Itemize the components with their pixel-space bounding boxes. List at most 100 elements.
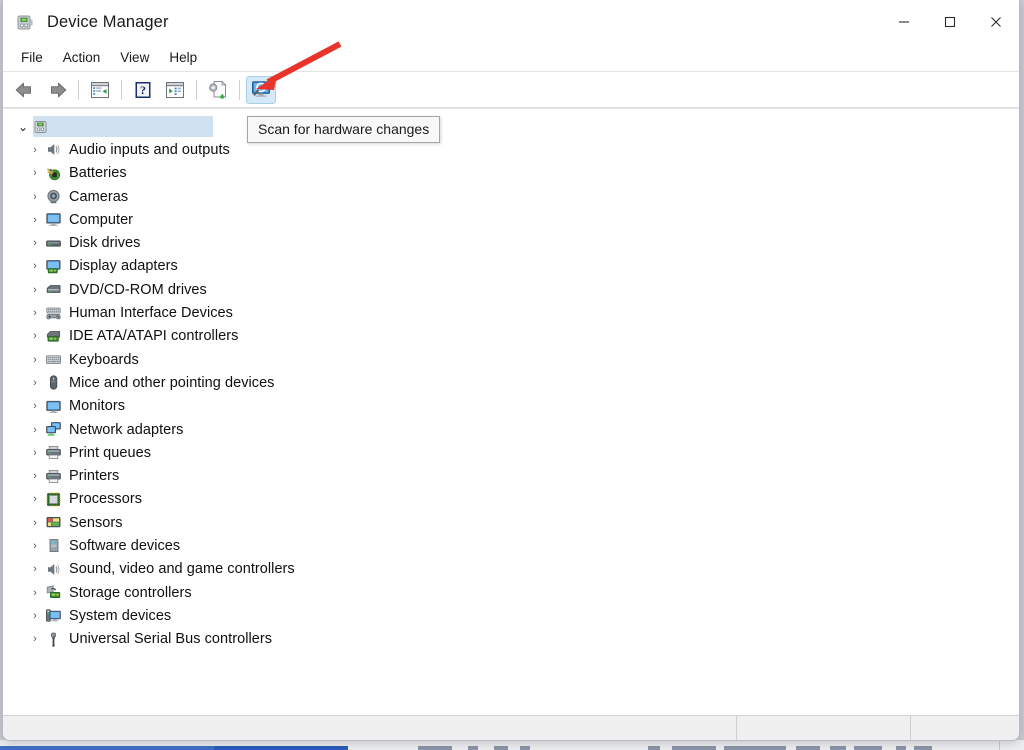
chevron-right-icon[interactable]: › xyxy=(27,470,43,482)
tree-item-network-adapters[interactable]: › Network adapters xyxy=(3,418,1019,441)
chevron-right-icon[interactable]: › xyxy=(27,377,43,389)
tree-item-monitors[interactable]: › Monitors xyxy=(3,395,1019,418)
tree-item-audio-inputs-and-outputs[interactable]: › Audio inputs and outputs xyxy=(3,138,1019,161)
tree-item-label: System devices xyxy=(69,607,172,624)
tree-item-dvd-cd-rom-drives[interactable]: › DVD/CD-ROM drives xyxy=(3,278,1019,301)
chevron-right-icon[interactable]: › xyxy=(27,237,43,249)
device-tree-panel[interactable]: ⌄ › Audio inputs and outputs › Batteries… xyxy=(3,108,1019,715)
chevron-down-icon[interactable]: ⌄ xyxy=(15,120,31,134)
disk-drive-icon xyxy=(43,234,63,252)
forward-button[interactable] xyxy=(42,76,72,104)
back-arrow-icon xyxy=(15,82,31,97)
tree-item-processors[interactable]: › Processors xyxy=(3,488,1019,511)
help-button[interactable]: ? xyxy=(128,76,158,104)
chevron-right-icon[interactable]: › xyxy=(27,540,43,552)
title-bar[interactable]: Device Manager xyxy=(3,0,1019,44)
close-icon xyxy=(991,17,1001,27)
tree-item-label: Display adapters xyxy=(69,258,178,275)
maximize-icon xyxy=(944,16,956,28)
speaker-icon xyxy=(43,141,63,159)
tree-item-software-devices[interactable]: › Software devices xyxy=(3,534,1019,557)
battery-icon xyxy=(43,164,63,182)
usb-icon xyxy=(43,630,63,648)
tree-item-label: Monitors xyxy=(69,398,125,415)
update-driver-button[interactable] xyxy=(203,76,233,104)
software-device-icon xyxy=(43,537,63,555)
close-button[interactable] xyxy=(973,0,1019,44)
chevron-right-icon[interactable]: › xyxy=(27,587,43,599)
chevron-right-icon[interactable]: › xyxy=(27,447,43,459)
chevron-right-icon[interactable]: › xyxy=(27,424,43,436)
chevron-right-icon[interactable]: › xyxy=(27,167,43,179)
chevron-right-icon[interactable]: › xyxy=(27,307,43,319)
minimize-icon xyxy=(899,21,909,23)
menu-help[interactable]: Help xyxy=(159,47,207,68)
chevron-right-icon[interactable]: › xyxy=(27,610,43,622)
toolbar-separator xyxy=(196,79,197,100)
tree-item-cameras[interactable]: › Cameras xyxy=(3,185,1019,208)
menu-bar: File Action View Help xyxy=(3,44,1019,72)
chevron-right-icon[interactable]: › xyxy=(27,260,43,272)
tree-item-sound-video-and-game-controllers[interactable]: › Sound, video and game controllers xyxy=(3,558,1019,581)
status-pane-tertiary xyxy=(910,716,1019,740)
tree-item-print-queues[interactable]: › Print queues xyxy=(3,441,1019,464)
tree-item-display-adapters[interactable]: › Display adapters xyxy=(3,255,1019,278)
taskbar-icons-row xyxy=(410,745,1024,750)
keyboard-icon xyxy=(43,351,63,369)
taskbar[interactable] xyxy=(0,740,1024,750)
back-button[interactable] xyxy=(10,76,40,104)
chevron-right-icon[interactable]: › xyxy=(27,633,43,645)
tree-item-storage-controllers[interactable]: › Storage controllers xyxy=(3,581,1019,604)
toolbar: ? xyxy=(3,72,1019,108)
svg-text:?: ? xyxy=(140,83,146,97)
chevron-right-icon[interactable]: › xyxy=(27,284,43,296)
chevron-right-icon[interactable]: › xyxy=(27,517,43,529)
chevron-right-icon[interactable]: › xyxy=(27,214,43,226)
tree-item-sensors[interactable]: › Sensors xyxy=(3,511,1019,534)
tree-item-label: Printers xyxy=(69,468,120,485)
show-hide-console-tree-button[interactable] xyxy=(85,76,115,104)
status-pane-secondary xyxy=(736,716,910,740)
tree-item-system-devices[interactable]: › System devices xyxy=(3,604,1019,627)
update-driver-icon xyxy=(209,80,227,99)
tree-item-computer[interactable]: › Computer xyxy=(3,208,1019,231)
printer-icon xyxy=(43,467,63,485)
screen: Device Manager File Action View Help ? ⌄… xyxy=(0,0,1024,750)
menu-view[interactable]: View xyxy=(110,47,159,68)
tree-item-ide-ata-atapi-controllers[interactable]: › IDE ATA/ATAPI controllers xyxy=(3,325,1019,348)
tree-item-label: Processors xyxy=(69,491,143,508)
speaker-icon xyxy=(43,560,63,578)
toolbar-separator xyxy=(78,79,79,100)
computer-node-icon xyxy=(31,118,51,136)
chevron-right-icon[interactable]: › xyxy=(27,191,43,203)
tree-item-mice-and-other-pointing-devices[interactable]: › Mice and other pointing devices xyxy=(3,371,1019,394)
chevron-right-icon[interactable]: › xyxy=(27,493,43,505)
chevron-right-icon[interactable]: › xyxy=(27,330,43,342)
taskbar-divider xyxy=(999,740,1000,750)
tree-item-label: Keyboards xyxy=(69,351,139,368)
chevron-right-icon[interactable]: › xyxy=(27,400,43,412)
tooltip-scan-for-hardware-changes: Scan for hardware changes xyxy=(247,116,441,143)
tree-item-universal-serial-bus-controllers[interactable]: › Universal Serial Bus controllers xyxy=(3,628,1019,651)
scan-hardware-icon xyxy=(252,81,270,97)
chevron-right-icon[interactable]: › xyxy=(27,563,43,575)
tree-root-node[interactable]: ⌄ xyxy=(3,115,1019,138)
tree-item-label: Computer xyxy=(69,211,134,228)
scan-for-hardware-changes-button[interactable] xyxy=(246,75,276,104)
tree-item-human-interface-devices[interactable]: › Human Interface Devices xyxy=(3,301,1019,324)
tree-item-keyboards[interactable]: › Keyboards xyxy=(3,348,1019,371)
tree-item-batteries[interactable]: › Batteries xyxy=(3,162,1019,185)
tree-item-label: Storage controllers xyxy=(69,584,192,601)
menu-file[interactable]: File xyxy=(11,47,53,68)
minimize-button[interactable] xyxy=(881,0,927,44)
tree-item-printers[interactable]: › Printers xyxy=(3,464,1019,487)
maximize-button[interactable] xyxy=(927,0,973,44)
chevron-right-icon[interactable]: › xyxy=(27,354,43,366)
chevron-right-icon[interactable]: › xyxy=(27,144,43,156)
menu-action[interactable]: Action xyxy=(53,47,111,68)
camera-icon xyxy=(43,188,63,206)
tree-item-label: Network adapters xyxy=(69,421,184,438)
properties-button[interactable] xyxy=(160,76,190,104)
tree-item-disk-drives[interactable]: › Disk drives xyxy=(3,231,1019,254)
mouse-icon xyxy=(43,374,63,392)
